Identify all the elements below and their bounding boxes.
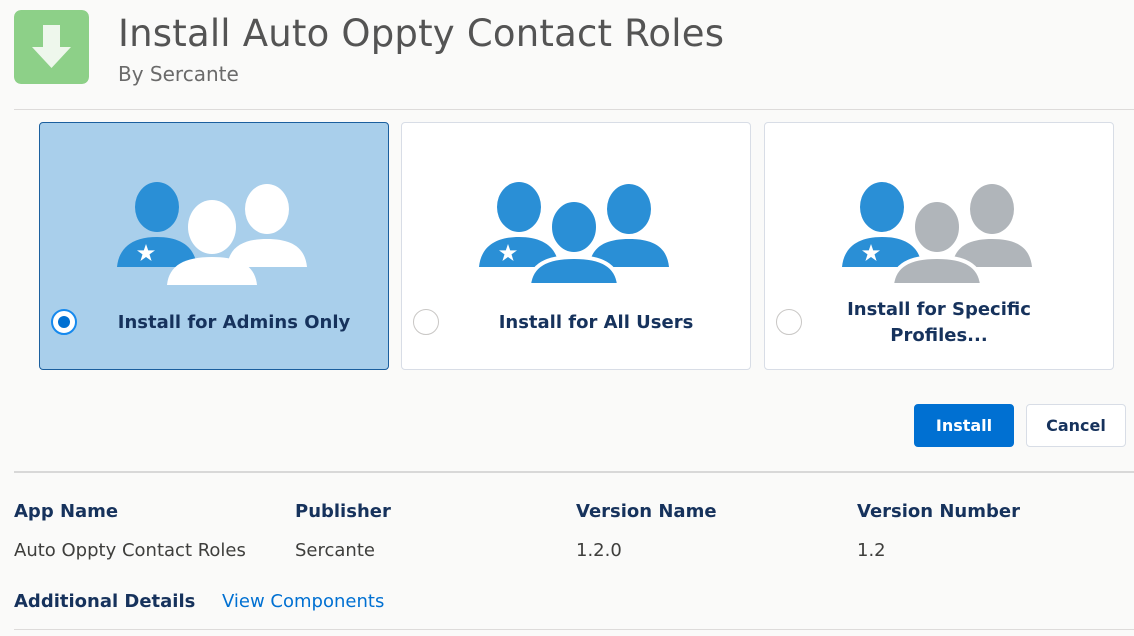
- download-arrow-icon: [14, 10, 89, 84]
- app-name-value: Auto Oppty Contact Roles: [14, 540, 246, 561]
- page-title: Install Auto Oppty Contact Roles: [118, 12, 725, 55]
- publisher-value: Sercante: [295, 540, 375, 561]
- all-users-people-icon: [479, 182, 669, 285]
- specific-profiles-people-icon: [842, 182, 1032, 285]
- publisher-header: Publisher: [295, 501, 391, 522]
- publisher-subtitle: By Sercante: [118, 62, 239, 86]
- admins-only-label: Install for Admins Only: [117, 312, 351, 333]
- additional-details-label: Additional Details: [14, 591, 196, 612]
- specific-profiles-label: Install for Specific Profiles...: [847, 299, 1031, 346]
- version-number-value: 1.2: [857, 540, 886, 561]
- details-divider: [14, 471, 1134, 473]
- app-name-header: App Name: [14, 501, 119, 522]
- header-divider: [14, 109, 1134, 110]
- admins-only-radio[interactable]: [51, 309, 77, 335]
- version-name-value: 1.2.0: [576, 540, 622, 561]
- view-components-link[interactable]: View Components: [222, 591, 384, 612]
- option-specific-profiles[interactable]: Install for Specific Profiles...: [764, 122, 1114, 370]
- install-button[interactable]: Install: [914, 404, 1014, 447]
- footer-divider: [14, 629, 1134, 630]
- page-header: Install Auto Oppty Contact Roles By Serc…: [0, 0, 1134, 110]
- specific-profiles-radio[interactable]: [776, 309, 802, 335]
- option-all-users[interactable]: Install for All Users: [401, 122, 751, 370]
- all-users-label: Install for All Users: [498, 312, 694, 333]
- option-admins-only[interactable]: Install for Admins Only: [39, 122, 389, 370]
- version-number-header: Version Number: [857, 501, 1020, 522]
- cancel-button[interactable]: Cancel: [1026, 404, 1126, 447]
- admins-only-people-icon: [117, 182, 307, 285]
- version-name-header: Version Name: [576, 501, 717, 522]
- all-users-radio[interactable]: [413, 309, 439, 335]
